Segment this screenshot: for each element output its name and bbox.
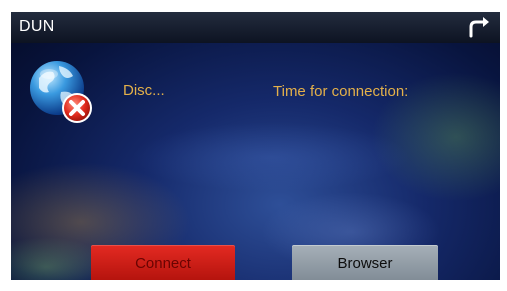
time-for-connection-label: Time for connection: [273, 83, 409, 100]
dun-screen: DUN Disc... Time for connection: Connect… [11, 12, 500, 280]
connection-status: Disc... [123, 82, 165, 99]
background-glow [131, 122, 411, 192]
back-return-icon [469, 17, 489, 38]
globe-disconnected-icon [27, 58, 99, 130]
connect-button[interactable]: Connect [91, 245, 235, 280]
browser-button[interactable]: Browser [292, 245, 438, 280]
title-bar: DUN [11, 12, 500, 43]
back-button[interactable] [466, 15, 494, 41]
app-title: DUN [19, 18, 55, 35]
device-frame: DUN Disc... Time for connection: Connect… [0, 0, 507, 291]
